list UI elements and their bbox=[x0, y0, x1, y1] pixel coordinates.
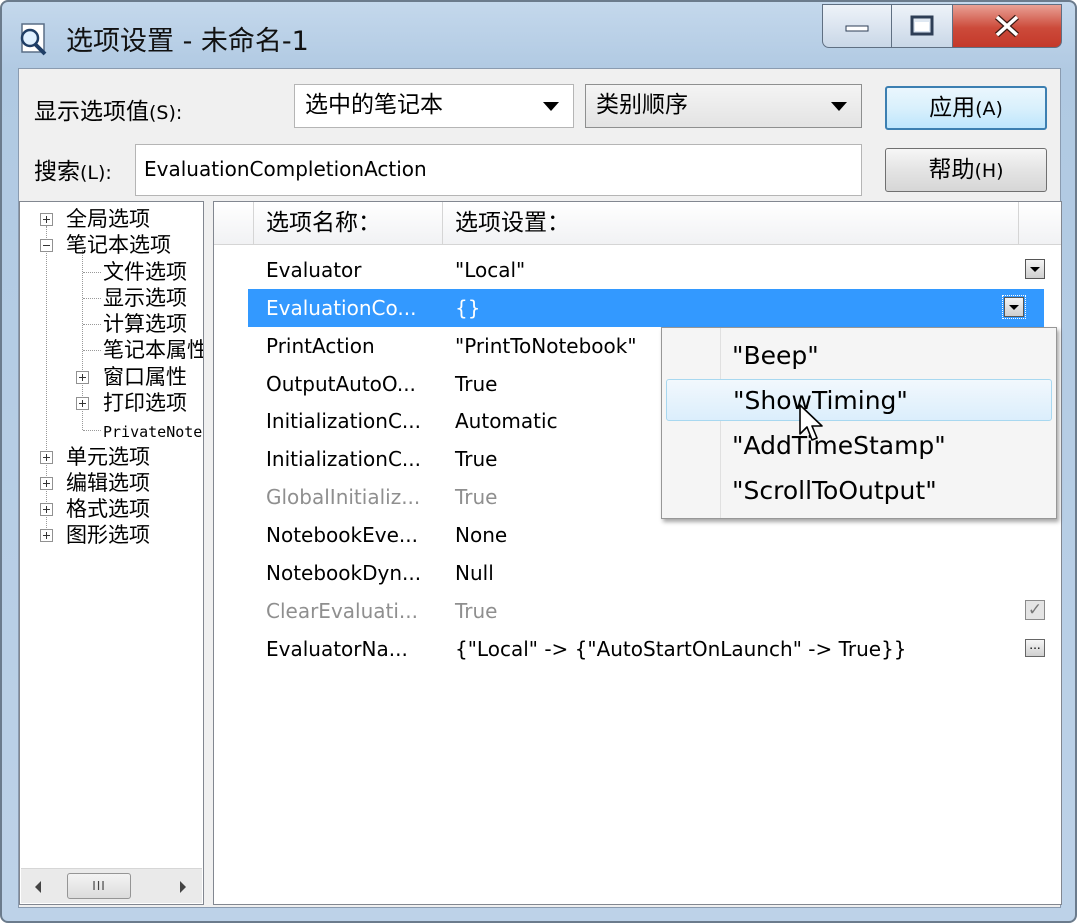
tree-item-editing[interactable]: 编辑选项 bbox=[66, 471, 150, 495]
option-name: PrintAction bbox=[266, 334, 375, 358]
options-grid[interactable]: 选项名称： 选项设置： Evaluator "Local" Evaluation… bbox=[213, 201, 1062, 905]
chevron-down-icon bbox=[543, 102, 559, 111]
options-tree[interactable]: 全局选项 笔记本选项 文件选项 显示选项 计算选项 笔记本属性 窗口属性 打印选… bbox=[19, 201, 204, 905]
order-dropdown[interactable]: 类别顺序 bbox=[585, 84, 862, 128]
options-window: 选项设置 - 未命名-1 显示选项值(S): 选中的笔记本 类别顺序 应用(A)… bbox=[0, 0, 1077, 923]
value-dropdown-menu: "Beep" "ShowTiming" "AddTimeStamp" "Scro… bbox=[661, 327, 1057, 519]
option-value: Automatic bbox=[455, 409, 558, 433]
menu-item-addtimestamp[interactable]: "AddTimeStamp" bbox=[666, 425, 1052, 467]
dropdown-icon[interactable] bbox=[1002, 295, 1026, 319]
option-value: "Local" bbox=[455, 258, 526, 282]
tree-expand-icon[interactable] bbox=[40, 477, 53, 490]
table-row[interactable]: EvaluatorNa... {"Local" -> {"AutoStartOn… bbox=[214, 630, 1061, 668]
option-name: Evaluator bbox=[266, 258, 362, 282]
table-row[interactable]: Evaluator "Local" bbox=[214, 251, 1061, 289]
tree-item-graphics[interactable]: 图形选项 bbox=[66, 523, 150, 547]
minimize-icon bbox=[845, 25, 869, 32]
menu-item-showtiming[interactable]: "ShowTiming" bbox=[666, 379, 1052, 421]
scope-dropdown[interactable]: 选中的笔记本 bbox=[294, 84, 574, 128]
option-name: GlobalInitializ... bbox=[266, 485, 421, 509]
minimize-button[interactable] bbox=[822, 4, 892, 48]
tree-item-notebook[interactable]: 笔记本选项 bbox=[66, 233, 171, 257]
scroll-right-icon[interactable] bbox=[180, 881, 186, 893]
close-icon bbox=[994, 14, 1020, 38]
tree-item-private-notebook[interactable]: PrivateNotebookOptions bbox=[103, 420, 203, 444]
scroll-thumb[interactable]: III bbox=[67, 873, 131, 899]
tree-connector bbox=[83, 298, 101, 299]
tree-item-print[interactable]: 打印选项 bbox=[103, 391, 187, 415]
magnifier-document-icon bbox=[20, 23, 47, 56]
apply-button[interactable]: 应用(A) bbox=[885, 86, 1047, 130]
help-button[interactable]: 帮助(H) bbox=[885, 148, 1047, 192]
option-name: OutputAutoO... bbox=[266, 372, 416, 396]
window-title: 选项设置 - 未命名-1 bbox=[66, 26, 309, 57]
column-header-value[interactable]: 选项设置： bbox=[443, 202, 1019, 244]
tree-item-cell[interactable]: 单元选项 bbox=[66, 445, 150, 469]
search-label: 搜索(L): bbox=[34, 159, 112, 185]
tree-connector bbox=[83, 350, 101, 351]
tree-connector bbox=[83, 430, 101, 431]
tree-connector bbox=[83, 324, 101, 325]
menu-item-beep[interactable]: "Beep" bbox=[666, 335, 1052, 377]
title-bar[interactable]: 选项设置 - 未命名-1 bbox=[2, 2, 1075, 68]
option-value: "PrintToNotebook" bbox=[455, 334, 637, 358]
show-values-label: 显示选项值(S): bbox=[34, 99, 183, 125]
option-name: EvaluatorNa... bbox=[266, 637, 408, 661]
maximize-icon bbox=[910, 15, 934, 36]
tree-expand-icon[interactable] bbox=[40, 503, 53, 516]
maximize-button[interactable] bbox=[891, 4, 953, 48]
option-name: ClearEvaluati... bbox=[266, 599, 418, 623]
grid-header-spacer bbox=[214, 202, 254, 244]
option-value: True bbox=[455, 372, 498, 396]
mouse-pointer-icon bbox=[799, 404, 823, 441]
grid-header: 选项名称： 选项设置： bbox=[214, 202, 1061, 245]
option-name: InitializationC... bbox=[266, 447, 421, 471]
tree-horizontal-scrollbar[interactable]: III bbox=[21, 868, 202, 903]
close-button[interactable] bbox=[952, 4, 1062, 48]
table-row[interactable]: NotebookEve... None bbox=[214, 516, 1061, 554]
tree-expand-icon[interactable] bbox=[40, 213, 53, 226]
option-value: {"Local" -> {"AutoStartOnLaunch" -> True… bbox=[455, 637, 907, 661]
tree-expand-icon[interactable] bbox=[40, 451, 53, 464]
option-name: NotebookDyn... bbox=[266, 561, 422, 585]
tree-item-formatting[interactable]: 格式选项 bbox=[66, 497, 150, 521]
tree-item-window-properties[interactable]: 窗口属性 bbox=[103, 365, 187, 389]
option-value: True bbox=[455, 599, 498, 623]
ellipsis-button[interactable]: ... bbox=[1025, 639, 1045, 657]
checkbox-checked-icon[interactable]: ✓ bbox=[1025, 600, 1045, 620]
column-header-name[interactable]: 选项名称： bbox=[254, 202, 443, 244]
tree-connector bbox=[83, 272, 101, 273]
option-value: True bbox=[455, 485, 498, 509]
option-value: {} bbox=[455, 296, 481, 320]
tree-item-global[interactable]: 全局选项 bbox=[66, 207, 150, 231]
tree-expand-icon[interactable] bbox=[76, 371, 89, 384]
tree-item-file[interactable]: 文件选项 bbox=[103, 260, 187, 284]
option-value: None bbox=[455, 523, 508, 547]
search-input[interactable]: EvaluationCompletionAction bbox=[135, 144, 862, 196]
menu-item-scrolltooutput[interactable]: "ScrollToOutput" bbox=[666, 470, 1052, 512]
option-name: EvaluationCo... bbox=[266, 296, 417, 320]
option-value: True bbox=[455, 447, 498, 471]
tree-expand-icon[interactable] bbox=[40, 529, 53, 542]
option-value: Null bbox=[455, 561, 494, 585]
tree-collapse-icon[interactable] bbox=[40, 239, 53, 252]
tree-item-evaluation[interactable]: 计算选项 bbox=[103, 312, 187, 336]
table-row-selected[interactable]: EvaluationCo... {} bbox=[248, 289, 1044, 327]
tree-expand-icon[interactable] bbox=[76, 397, 89, 410]
option-name: NotebookEve... bbox=[266, 523, 418, 547]
option-name: InitializationC... bbox=[266, 409, 421, 433]
table-row[interactable]: NotebookDyn... Null bbox=[214, 554, 1061, 592]
tree-item-display[interactable]: 显示选项 bbox=[103, 286, 187, 310]
chevron-down-icon bbox=[831, 102, 847, 111]
scroll-left-icon[interactable] bbox=[35, 881, 41, 893]
dropdown-icon[interactable] bbox=[1025, 259, 1045, 279]
table-row[interactable]: ClearEvaluati... True ✓ bbox=[214, 592, 1061, 630]
tree-item-notebook-properties[interactable]: 笔记本属性 bbox=[103, 338, 203, 362]
